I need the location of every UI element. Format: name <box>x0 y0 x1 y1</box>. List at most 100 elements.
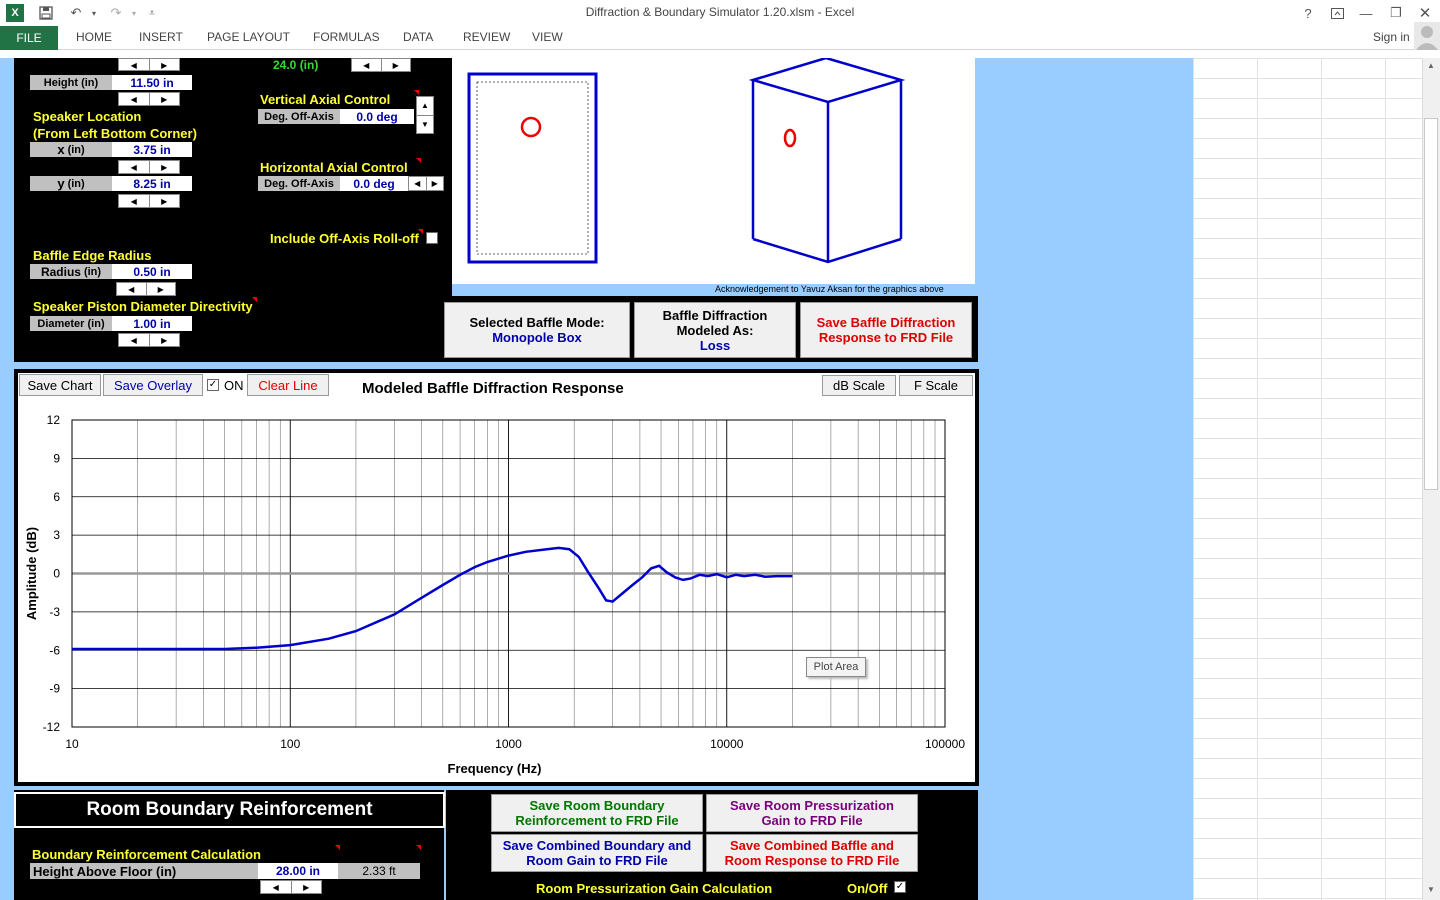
save-combined-baffle-line2: Room Response to FRD File <box>724 853 900 868</box>
pressurization-onoff-checkbox[interactable]: ✓ <box>894 881 906 893</box>
x-axis-label: Frequency (Hz) <box>448 761 542 776</box>
save-room-boundary-line2: Reinforcement to FRD File <box>515 813 679 828</box>
save-chart-button[interactable]: Save Chart <box>19 374 101 396</box>
rolloff-label: Include Off-Axis Roll-off <box>270 231 419 246</box>
room-boundary-title: Room Boundary Reinforcement <box>14 792 445 828</box>
edge-radius-title: Baffle Edge Radius <box>33 248 152 263</box>
tab-insert[interactable]: INSERT <box>139 30 183 44</box>
selected-mode-label: Selected Baffle Mode: <box>469 315 605 330</box>
minimize-icon[interactable]: — <box>1356 3 1376 23</box>
horizontal-offaxis-value[interactable]: 0.0 deg <box>340 176 408 191</box>
y-spinner[interactable]: ◀ ▶ <box>118 194 180 208</box>
width-spinner[interactable]: ◀ ▶ <box>118 58 180 71</box>
front-baffle-outline <box>467 72 598 264</box>
horizontal-offaxis-label: Deg. Off-Axis <box>258 176 340 191</box>
piston-directivity-title: Speaker Piston Diameter Directivity <box>33 299 253 314</box>
radius-unit: (in) <box>83 265 102 278</box>
height-spinner[interactable]: ◀ ▶ <box>118 92 180 106</box>
save-room-boundary-button[interactable]: Save Room Boundary Reinforcement to FRD … <box>491 794 703 832</box>
x-label: x (in) <box>30 142 112 157</box>
save-combined-boundary-line1: Save Combined Boundary and <box>502 838 692 853</box>
y-tick-label: -9 <box>49 682 60 696</box>
boundary-calc-title: Boundary Reinforcement Calculation <box>32 847 261 862</box>
tab-page-layout[interactable]: PAGE LAYOUT <box>207 30 290 44</box>
save-overlay-button[interactable]: Save Overlay <box>103 374 203 396</box>
tab-formulas[interactable]: FORMULAS <box>313 30 380 44</box>
comment-indicator <box>416 158 421 163</box>
speaker-location-title: Speaker Location <box>33 109 142 124</box>
height-above-floor-spinner[interactable]: ◀ ▶ <box>260 880 322 894</box>
restore-icon[interactable]: ❐ <box>1386 3 1406 23</box>
scroll-down-icon[interactable]: ▼ <box>1424 884 1438 896</box>
save-room-pressurization-button[interactable]: Save Room Pressurization Gain to FRD Fil… <box>706 794 918 832</box>
save-combined-boundary-button[interactable]: Save Combined Boundary and Room Gain to … <box>491 834 703 872</box>
radius-label: Radius (in) <box>30 264 112 279</box>
y-tick-label: -3 <box>49 605 60 619</box>
rolloff-checkbox[interactable] <box>426 232 438 244</box>
vertical-offaxis-value[interactable]: 0.0 deg <box>340 109 414 124</box>
save-frd-line2: Response to FRD File <box>818 330 954 345</box>
ribbon-tabs: FILE HOME INSERT PAGE LAYOUT FORMULAS DA… <box>0 22 1440 50</box>
graphics-credit: Acknowledgement to Yavuz Aksan for the g… <box>715 284 944 294</box>
comment-indicator <box>252 297 257 302</box>
sign-in-link[interactable]: Sign in <box>1373 30 1410 44</box>
save-combined-baffle-button[interactable]: Save Combined Baffle and Room Response t… <box>706 834 918 872</box>
chart-title: Modeled Baffle Diffraction Response <box>362 380 624 397</box>
y-tick-label: 9 <box>53 451 60 465</box>
avatar[interactable] <box>1414 22 1440 50</box>
x-value[interactable]: 3.75 in <box>112 142 192 157</box>
radius-spinner[interactable]: ◀ ▶ <box>116 282 176 296</box>
radius-word: Radius <box>40 264 81 279</box>
height-above-floor-value[interactable]: 28.00 in <box>258 863 338 879</box>
diameter-spinner[interactable]: ◀ ▶ <box>118 333 180 347</box>
height-value[interactable]: 11.50 in <box>112 75 192 90</box>
title-bar: X ↶ ▾ ↷ ▾ ⩡ Diffraction & Boundary Simul… <box>0 0 1440 26</box>
window-title: Diffraction & Boundary Simulator 1.20.xl… <box>585 5 855 19</box>
tab-review[interactable]: REVIEW <box>463 30 510 44</box>
comment-indicator <box>418 229 423 234</box>
baffle-edge-dashed <box>476 81 589 255</box>
height-above-floor-ft: 2.33 ft <box>338 863 420 879</box>
selected-mode-value: Monopole Box <box>492 330 582 345</box>
y-value[interactable]: 8.25 in <box>112 176 192 191</box>
tab-home[interactable]: HOME <box>76 30 112 44</box>
radius-value[interactable]: 0.50 in <box>112 264 192 279</box>
diameter-value[interactable]: 1.00 in <box>112 316 192 331</box>
tab-data[interactable]: DATA <box>403 30 433 44</box>
scrollbar-thumb[interactable] <box>1424 118 1438 490</box>
diameter-label: Diameter (in) <box>30 316 112 331</box>
close-icon[interactable]: ✕ <box>1415 3 1435 23</box>
modeled-as-value: Loss <box>699 337 731 353</box>
worksheet-grid[interactable] <box>1193 58 1422 900</box>
pressurization-calc-title: Room Pressurization Gain Calculation <box>536 881 773 896</box>
y-tick-label: 0 <box>53 567 60 581</box>
help-icon[interactable]: ? <box>1298 3 1318 23</box>
x-spinner[interactable]: ◀ ▶ <box>118 160 180 174</box>
vertical-offaxis-spinner[interactable]: ▲ ▼ <box>416 96 434 134</box>
db-scale-button[interactable]: dB Scale <box>822 375 896 396</box>
ribbon-display-options-icon[interactable] <box>1327 3 1347 23</box>
comment-indicator <box>416 845 421 850</box>
f-scale-button[interactable]: F Scale <box>899 375 973 396</box>
scroll-up-icon[interactable]: ▲ <box>1424 60 1438 72</box>
y-tick-label: -6 <box>49 643 60 657</box>
horizontal-offaxis-spinner[interactable]: ◀ ▶ <box>408 176 444 191</box>
overlay-on-checkbox[interactable]: ✓ <box>207 379 219 391</box>
response-series-line <box>72 546 793 651</box>
width-fine-spinner[interactable]: ◀ ▶ <box>351 58 411 72</box>
speaker-marker-box <box>783 128 797 148</box>
save-baffle-frd-button[interactable]: Save Baffle Diffraction Response to FRD … <box>800 302 972 358</box>
height-above-floor-label: Height Above Floor (in) <box>30 863 258 879</box>
baffle-width-value: 24.0 (in) <box>273 58 319 72</box>
clear-line-button[interactable]: Clear Line <box>247 374 329 396</box>
tab-view[interactable]: VIEW <box>532 30 563 44</box>
pressurization-onoff-label: On/Off <box>847 881 888 896</box>
x-tick-labels: 10 100 1000 10000 100000 <box>65 737 965 751</box>
selected-baffle-mode-button[interactable]: Selected Baffle Mode: Monopole Box <box>444 302 630 358</box>
save-pressurization-line2: Gain to FRD File <box>761 813 863 828</box>
tab-file[interactable]: FILE <box>0 26 58 50</box>
comment-indicator <box>414 90 419 95</box>
modeled-as-button[interactable]: Baffle Diffraction Modeled As: Loss <box>634 302 796 358</box>
y-letter: y <box>57 176 65 191</box>
save-pressurization-line1: Save Room Pressurization <box>730 798 894 813</box>
